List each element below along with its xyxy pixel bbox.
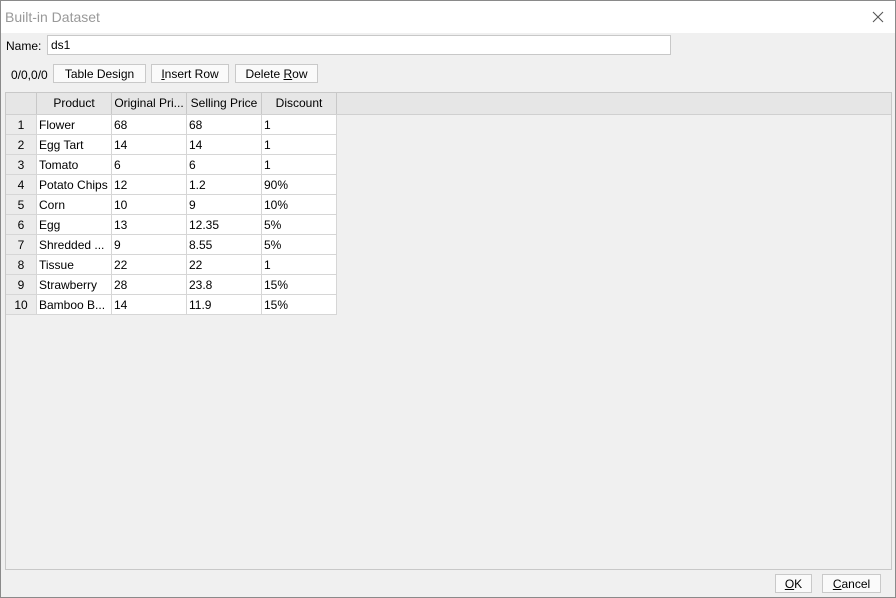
cell-discount[interactable]: 10% [262, 195, 337, 215]
cell-original-price[interactable]: 68 [112, 115, 187, 135]
cell-selling-price[interactable]: 1.2 [187, 175, 262, 195]
title-bar: Built-in Dataset [1, 1, 895, 33]
cell-original-price[interactable]: 9 [112, 235, 187, 255]
close-button[interactable] [867, 6, 889, 28]
ok-label: K [794, 576, 803, 591]
dialog-window: Built-in Dataset Name: 0/0,0/0 Table Des… [0, 0, 896, 598]
cell-selling-price[interactable]: 22 [187, 255, 262, 275]
row-number[interactable]: 7 [6, 235, 37, 255]
close-icon [872, 11, 884, 23]
cell-discount[interactable]: 15% [262, 275, 337, 295]
delete-row-button[interactable]: Delete Row [235, 64, 318, 83]
cell-selling-price[interactable]: 9 [187, 195, 262, 215]
row-number[interactable]: 9 [6, 275, 37, 295]
cell-product[interactable]: Bamboo B... [37, 295, 112, 315]
cell-selling-price[interactable]: 12.35 [187, 215, 262, 235]
row-number[interactable]: 4 [6, 175, 37, 195]
row-number[interactable]: 1 [6, 115, 37, 135]
delete-row-mnemonic: R [283, 66, 293, 81]
cell-product[interactable]: Egg Tart [37, 135, 112, 155]
cell-selling-price[interactable]: 14 [187, 135, 262, 155]
dialog-title: Built-in Dataset [5, 9, 100, 25]
corner-header [6, 93, 37, 114]
name-label: Name: [6, 39, 42, 53]
cell-product[interactable]: Strawberry [37, 275, 112, 295]
cell-original-price[interactable]: 12 [112, 175, 187, 195]
cell-product[interactable]: Potato Chips [37, 175, 112, 195]
cell-discount[interactable]: 5% [262, 235, 337, 255]
column-header-product[interactable]: Product [37, 93, 112, 114]
cell-product[interactable]: Tomato [37, 155, 112, 175]
insert-row-button[interactable]: Insert Row [151, 64, 229, 83]
cell-original-price[interactable]: 6 [112, 155, 187, 175]
cell-original-price[interactable]: 13 [112, 215, 187, 235]
cell-discount[interactable]: 1 [262, 115, 337, 135]
table-header: Product Original Pri... Selling Price Di… [6, 93, 891, 115]
delete-row-label-rest: ow [292, 66, 308, 81]
delete-row-label: Delete [245, 66, 284, 81]
cancel-mnemonic: C [832, 576, 842, 591]
cancel-button[interactable]: Cancel [822, 574, 881, 593]
cell-discount[interactable]: 90% [262, 175, 337, 195]
column-header-selling-price[interactable]: Selling Price [187, 93, 262, 114]
cell-product[interactable]: Egg [37, 215, 112, 235]
insert-row-label: nsert Row [164, 66, 219, 81]
table-design-button[interactable]: Table Design [53, 64, 146, 83]
cell-selling-price[interactable]: 68 [187, 115, 262, 135]
cell-original-price[interactable]: 14 [112, 135, 187, 155]
cell-selling-price[interactable]: 23.8 [187, 275, 262, 295]
cell-product[interactable]: Corn [37, 195, 112, 215]
ok-button[interactable]: OK [775, 574, 812, 593]
cell-discount[interactable]: 15% [262, 295, 337, 315]
cell-product[interactable]: Tissue [37, 255, 112, 275]
row-counter: 0/0,0/0 [11, 68, 48, 82]
row-number[interactable]: 5 [6, 195, 37, 215]
cell-discount[interactable]: 1 [262, 255, 337, 275]
cell-discount[interactable]: 1 [262, 155, 337, 175]
name-input[interactable] [47, 35, 671, 55]
column-header-discount[interactable]: Discount [262, 93, 337, 114]
cancel-label: ancel [841, 576, 871, 591]
cell-selling-price[interactable]: 6 [187, 155, 262, 175]
cell-discount[interactable]: 1 [262, 135, 337, 155]
row-number[interactable]: 3 [6, 155, 37, 175]
row-number[interactable]: 8 [6, 255, 37, 275]
cell-original-price[interactable]: 10 [112, 195, 187, 215]
cell-product[interactable]: Flower [37, 115, 112, 135]
cell-original-price[interactable]: 28 [112, 275, 187, 295]
table-panel: Product Original Pri... Selling Price Di… [5, 92, 892, 570]
ok-mnemonic: O [784, 576, 795, 591]
cell-discount[interactable]: 5% [262, 215, 337, 235]
row-number[interactable]: 6 [6, 215, 37, 235]
row-number[interactable]: 2 [6, 135, 37, 155]
cell-product[interactable]: Shredded ... [37, 235, 112, 255]
row-number[interactable]: 10 [6, 295, 37, 315]
cell-original-price[interactable]: 14 [112, 295, 187, 315]
cell-original-price[interactable]: 22 [112, 255, 187, 275]
cell-selling-price[interactable]: 8.55 [187, 235, 262, 255]
cell-selling-price[interactable]: 11.9 [187, 295, 262, 315]
column-header-original-price[interactable]: Original Pri... [112, 93, 187, 114]
